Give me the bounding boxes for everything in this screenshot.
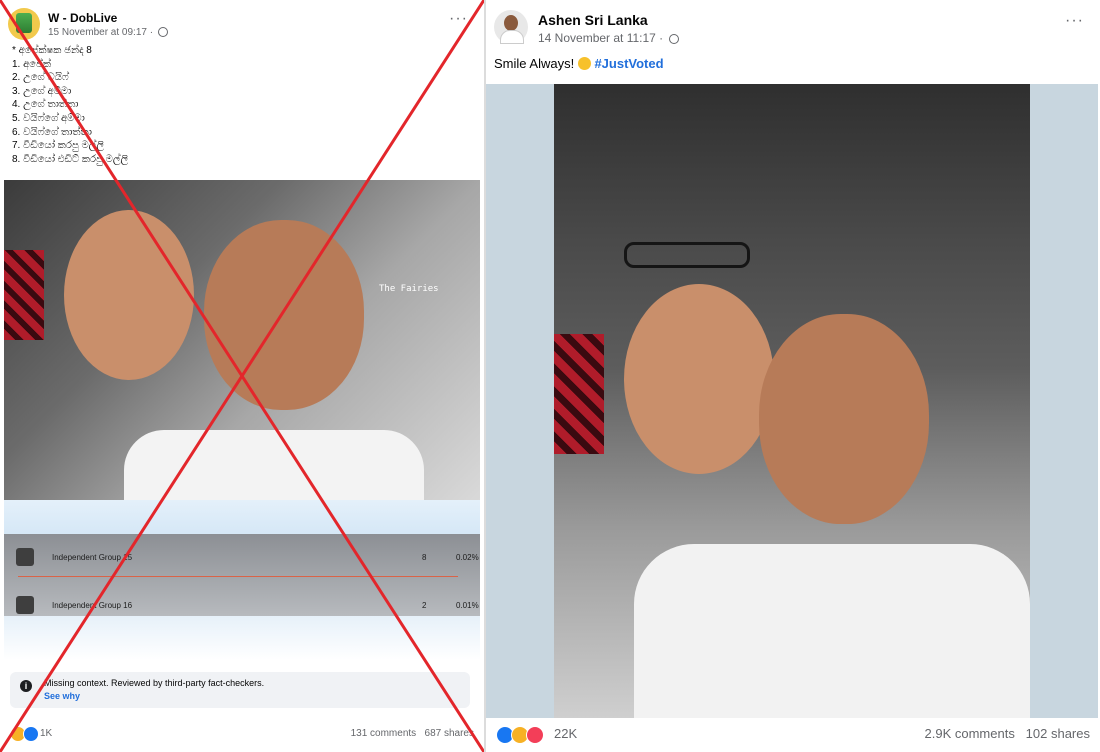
post-line: 3. උගේ අම්මා	[12, 85, 72, 97]
reactions-summary[interactable]	[496, 726, 544, 744]
comments-shares: 2.9K comments 102 shares	[925, 726, 1091, 741]
reactions-count[interactable]: 1K	[40, 728, 52, 739]
man-figure	[204, 220, 364, 410]
post-line: 6. වයිෆ්ගේ තාත්තා	[12, 126, 92, 138]
group-percent: 0.01%	[456, 601, 479, 610]
comments-shares: 131 comments 687 shares	[351, 728, 474, 739]
post-meta: 15 November at 09:17 ·	[48, 27, 168, 38]
see-why-link[interactable]: See why	[44, 691, 80, 701]
man-figure	[759, 314, 929, 524]
avatar-head	[504, 15, 518, 31]
fact-check-notice: i Missing context. Reviewed by third-par…	[10, 672, 470, 708]
reactions-count[interactable]: 22K	[554, 726, 577, 741]
page-avatar[interactable]	[8, 8, 40, 40]
shares-count[interactable]: 102 shares	[1026, 726, 1090, 741]
seat-pattern	[4, 250, 44, 340]
like-reaction-icon	[23, 726, 39, 742]
woman-figure	[64, 210, 194, 380]
post-line: 7. වීඩියෝ කරපු මල්ලි	[12, 140, 104, 152]
sunglasses	[624, 242, 750, 268]
post-timestamp[interactable]: 15 November at 09:17 ·	[48, 27, 153, 38]
results-row: Independent Group 16 2 0.01%	[4, 588, 480, 622]
post-meta: 14 November at 11:17 ·	[538, 31, 679, 45]
globe-icon	[157, 27, 168, 38]
hashtag-link[interactable]: #JustVoted	[594, 56, 663, 71]
more-options-icon[interactable]: ···	[1065, 12, 1084, 30]
post-stats: 22K 2.9K comments 102 shares	[496, 726, 1090, 744]
highlight-line	[18, 576, 458, 577]
fact-check-text: Missing context. Reviewed by third-party…	[44, 678, 265, 688]
post-line: 8. වීඩියෝ එඩිට් කරපු මල්ලි	[12, 153, 129, 165]
post-stats: 1K 131 comments 687 shares	[10, 726, 474, 744]
post-line: 4. උගේ තාත්තා	[12, 99, 79, 111]
post-photo[interactable]	[554, 84, 1030, 718]
post-caption: Smile Always! #JustVoted	[494, 56, 664, 71]
avatar-body	[500, 30, 524, 44]
group-votes: 2	[422, 601, 427, 610]
post-line: 5. වයිෆ්ගේ අම්මා	[12, 112, 85, 124]
white-shirt	[124, 430, 424, 500]
group-votes: 8	[422, 553, 427, 562]
group-name: Independent Group 16	[52, 601, 133, 610]
post-line: 1. අපේක්	[12, 58, 51, 70]
election-results-image: Independent Group 15 8 0.02% Independent…	[4, 500, 480, 660]
party-symbol-icon	[16, 596, 34, 614]
group-name: Independent Group 15	[52, 553, 133, 562]
smile-emoji-icon	[577, 57, 591, 70]
post-photo[interactable]: The Fairies	[4, 180, 480, 500]
shares-count[interactable]: 687 shares	[425, 728, 474, 739]
left-post: W - DobLive 15 November at 09:17 · ··· *…	[0, 0, 484, 752]
photo-watermark: The Fairies	[379, 284, 439, 294]
woman-figure	[624, 284, 774, 474]
seat-pattern	[554, 334, 604, 454]
more-options-icon[interactable]: ···	[449, 10, 468, 28]
post-line: * අපේක්ෂක ඡන්ද 8	[12, 45, 92, 56]
post-line: 2. උගේ වයිෆ්	[12, 72, 69, 84]
comments-count[interactable]: 2.9K comments	[925, 726, 1015, 741]
results-row: Independent Group 15 8 0.02%	[4, 540, 480, 574]
profile-avatar[interactable]	[494, 10, 528, 44]
reactions-summary[interactable]	[10, 726, 39, 742]
comments-count[interactable]: 131 comments	[351, 728, 417, 739]
post-author[interactable]: W - DobLive	[48, 11, 117, 25]
white-shirt	[634, 544, 1030, 718]
post-text: * අපේක්ෂක ඡන්ද 8 1. අපේක් 2. උගේ වයිෆ් 3…	[12, 44, 128, 166]
results-table: Independent Group 15 8 0.02% Independent…	[4, 534, 480, 616]
caption-text: Smile Always!	[494, 56, 575, 71]
globe-icon	[668, 33, 679, 44]
love-reaction-icon	[526, 726, 544, 744]
info-icon: i	[20, 680, 32, 692]
party-symbol-icon	[16, 548, 34, 566]
post-timestamp[interactable]: 14 November at 11:17 ·	[538, 31, 663, 45]
right-post: Ashen Sri Lanka 14 November at 11:17 · ·…	[486, 0, 1100, 752]
group-percent: 0.02%	[456, 553, 479, 562]
post-header: W - DobLive 15 November at 09:17 · ···	[8, 8, 476, 44]
page-logo	[16, 13, 32, 33]
post-author[interactable]: Ashen Sri Lanka	[538, 12, 648, 28]
